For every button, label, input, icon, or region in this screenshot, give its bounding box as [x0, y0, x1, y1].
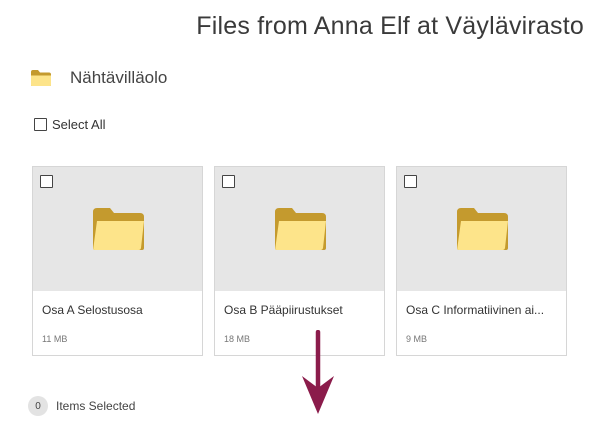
file-card-size: 11 MB	[42, 334, 68, 344]
file-card-checkbox[interactable]	[404, 175, 417, 188]
selected-count-label: Items Selected	[56, 399, 136, 413]
file-card-size: 9 MB	[406, 334, 428, 344]
file-card[interactable]: Osa B Pääpiirustukset 18 MB	[214, 166, 385, 356]
file-card-thumbnail[interactable]	[215, 167, 384, 291]
selection-status: 0 Items Selected	[28, 396, 135, 416]
folder-icon	[275, 208, 326, 250]
breadcrumb[interactable]: Nähtävilläolo	[30, 68, 167, 88]
arrow-down-icon	[302, 330, 334, 414]
folder-icon	[457, 208, 508, 250]
file-card-name: Osa C Informatiivinen ai...	[406, 303, 545, 317]
file-card-name: Osa B Pääpiirustukset	[224, 303, 343, 317]
file-card-size: 18 MB	[224, 334, 251, 344]
file-card-checkbox[interactable]	[222, 175, 235, 188]
file-card-thumbnail[interactable]	[397, 167, 566, 291]
select-all-checkbox[interactable]	[34, 118, 47, 131]
file-card[interactable]: Osa A Selostusosa 11 MB	[32, 166, 203, 356]
file-card-checkbox[interactable]	[40, 175, 53, 188]
select-all-toggle[interactable]: Select All	[34, 117, 105, 132]
folder-icon	[93, 208, 144, 250]
page-title: Files from Anna Elf at Väylävirasto	[196, 12, 584, 40]
breadcrumb-label: Nähtävilläolo	[70, 68, 168, 87]
selected-count-badge: 0	[28, 396, 48, 416]
file-share-page: Files from Anna Elf at Väylävirasto Näht…	[0, 0, 600, 440]
file-card-thumbnail[interactable]	[33, 167, 202, 291]
file-card-name: Osa A Selostusosa	[42, 303, 143, 317]
folder-icon	[31, 70, 51, 86]
file-card[interactable]: Osa C Informatiivinen ai... 9 MB	[396, 166, 567, 356]
select-all-label: Select All	[52, 117, 106, 132]
